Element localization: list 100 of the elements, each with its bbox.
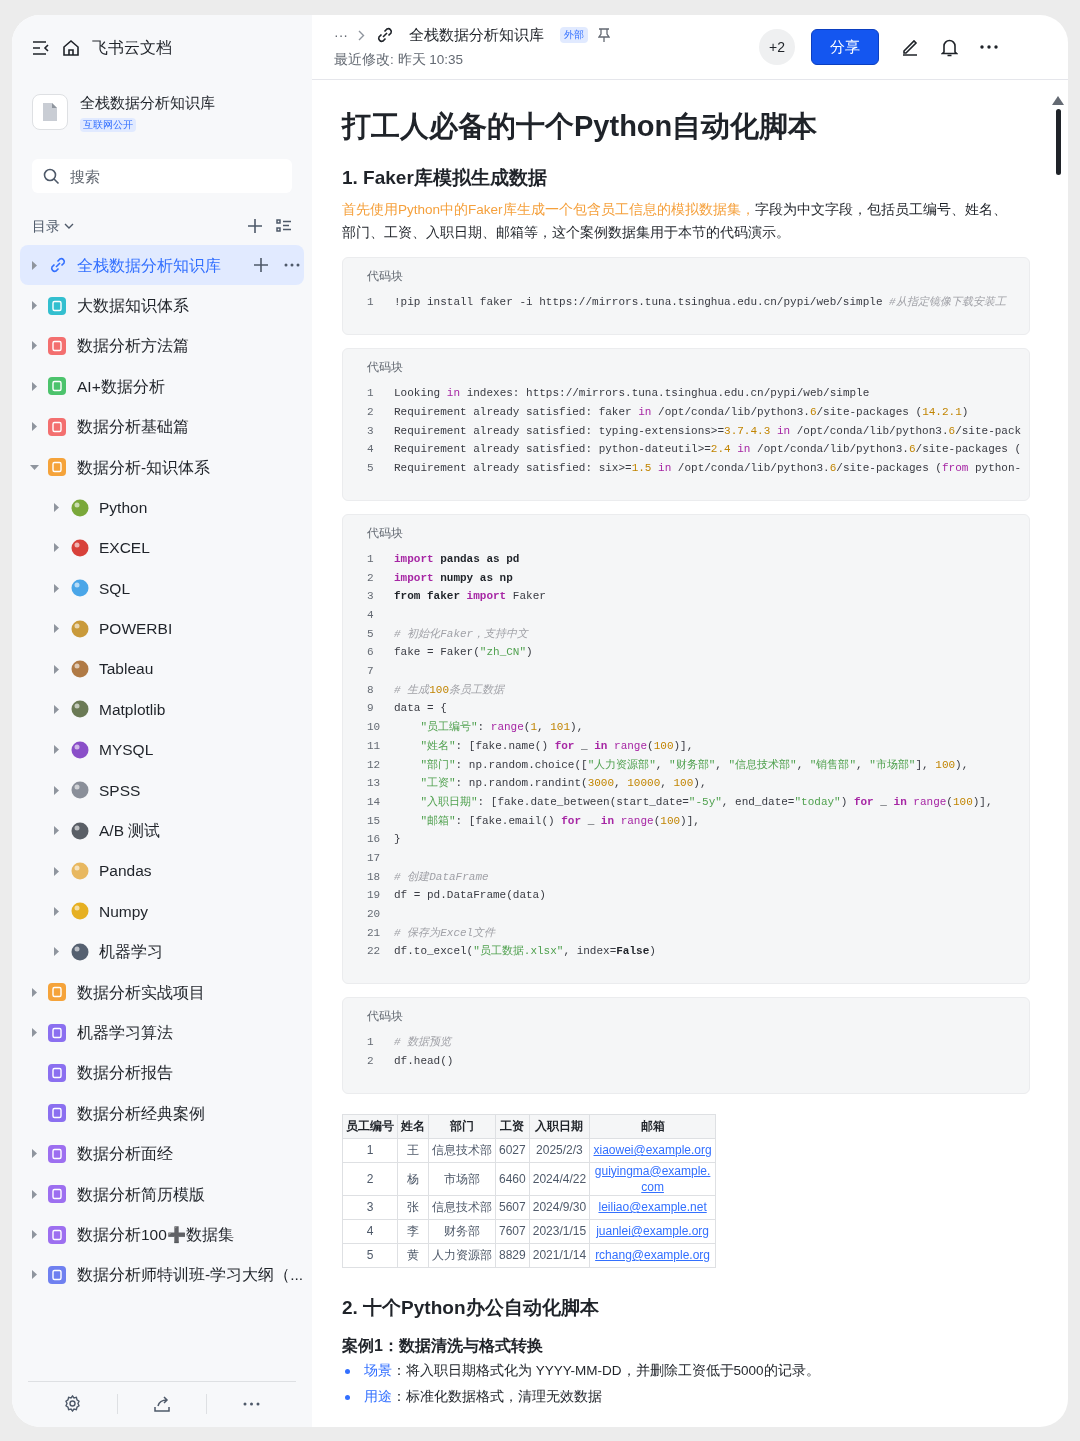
caret-icon[interactable] — [30, 422, 39, 432]
add-icon[interactable] — [254, 258, 268, 273]
code-block-label: 代码块 — [367, 1009, 404, 1024]
space-title: 全栈数据分析知识库 — [80, 93, 215, 114]
line-number: 22 — [367, 944, 382, 960]
tree-item[interactable]: 数据分析100➕数据集 — [20, 1214, 304, 1255]
more-icon[interactable] — [980, 45, 998, 49]
tree-item[interactable]: MYSQL — [20, 729, 304, 771]
tree-item[interactable]: 数据分析师特训班-学习大纲（... — [20, 1254, 304, 1296]
line-number: 2 — [367, 570, 375, 586]
external-badge: 外部 — [560, 27, 588, 44]
table-cell: 3 — [342, 1195, 398, 1220]
caret-icon[interactable] — [52, 583, 61, 593]
table-cell: 2025/2/3 — [529, 1138, 590, 1163]
table-cell: 2024/4/22 — [529, 1162, 590, 1196]
tree-item[interactable]: 机器学习算法 — [20, 1012, 304, 1053]
tree-item[interactable]: SPSS — [20, 770, 304, 811]
tree-item[interactable]: EXCEL — [20, 527, 304, 569]
line-number: 4 — [367, 442, 375, 458]
code-line: "入职日期": [fake.date_between(start_date="-5y", end_date="today") for _ in range(100)], — [419, 794, 993, 810]
tree-item[interactable]: 数据分析-知识体系 — [20, 446, 304, 488]
caret-icon[interactable] — [30, 381, 39, 391]
collaborators-count[interactable]: +2 — [759, 29, 795, 65]
search-field[interactable]: 搜索 — [32, 159, 292, 193]
caret-icon[interactable] — [52, 785, 61, 795]
caret-icon[interactable] — [30, 1270, 39, 1280]
caret-icon[interactable] — [30, 1149, 39, 1159]
tree-item[interactable]: 数据分析基础篇 — [20, 406, 304, 447]
breadcrumb-ellipsis[interactable]: ··· — [334, 24, 348, 46]
line-number: 1 — [367, 295, 375, 311]
caret-icon[interactable] — [52, 906, 61, 916]
caret-icon[interactable] — [30, 987, 39, 997]
table-cell: 2021/1/14 — [529, 1243, 590, 1268]
code-line: "部门": np.random.choice(["人力资源部", "财务部", "信息技术部", "销售部", "市场部"], 100), — [419, 757, 969, 773]
scroll-up-icon[interactable] — [1052, 96, 1064, 105]
table-cell: 信息技术部 — [428, 1138, 496, 1163]
pin-icon[interactable] — [598, 28, 610, 43]
caret-icon[interactable] — [52, 624, 61, 634]
line-number: 1 — [367, 1035, 375, 1051]
table-cell: 人力资源部 — [428, 1243, 496, 1268]
tree-item[interactable]: Matplotlib — [20, 689, 304, 730]
line-number: 12 — [367, 757, 382, 773]
share-button[interactable]: 分享 — [811, 29, 879, 65]
root-item[interactable]: 全栈数据分析知识库 — [20, 245, 304, 286]
caret-icon[interactable] — [52, 866, 61, 876]
tree-item[interactable]: 机器学习 — [20, 931, 304, 973]
tree-item[interactable]: Numpy — [20, 891, 304, 932]
tree-item[interactable]: 数据分析经典案例 — [20, 1093, 304, 1134]
settings-icon[interactable] — [63, 1395, 81, 1412]
code-line: df.to_excel("员工数据.xlsx", index=False) — [394, 944, 656, 960]
caret-icon[interactable] — [52, 503, 61, 513]
caret-icon[interactable] — [30, 1189, 39, 1199]
caret-icon[interactable] — [52, 664, 61, 674]
tree-item[interactable]: POWERBI — [20, 608, 304, 649]
line-number: 9 — [367, 701, 375, 717]
list-icon[interactable] — [276, 219, 292, 233]
tree-item[interactable]: Python — [20, 487, 304, 528]
breadcrumb-title[interactable]: 全栈数据分析知识库 — [409, 24, 544, 47]
table-cell: 财务部 — [428, 1219, 496, 1244]
tree-item[interactable]: 大数据知识体系 — [20, 285, 304, 326]
tree-item[interactable]: Pandas — [20, 850, 304, 892]
caret-icon[interactable] — [52, 705, 61, 714]
toc-toggle[interactable]: 目录 — [32, 215, 74, 237]
tree-item[interactable]: 数据分析方法篇 — [20, 325, 304, 367]
share-icon[interactable] — [153, 1395, 171, 1412]
chevron-right-icon — [358, 29, 365, 41]
home-icon[interactable] — [62, 39, 80, 57]
code-line: "姓名": [fake.name() for _ in range(100)], — [419, 738, 694, 754]
collapse-sidebar-icon[interactable] — [32, 40, 50, 56]
caret-icon[interactable] — [52, 947, 61, 957]
scrollbar-thumb[interactable] — [1055, 109, 1061, 175]
tree-item[interactable]: 数据分析报告 — [20, 1052, 304, 1094]
caret-icon[interactable] — [52, 745, 61, 755]
caret-icon[interactable] — [30, 341, 39, 351]
caret-icon[interactable] — [30, 1028, 39, 1038]
caret-icon[interactable] — [30, 260, 39, 270]
table-cell: 张 — [397, 1195, 429, 1220]
code-line: # 初始化Faker，支持中文 — [394, 626, 529, 642]
code-line: "工资": np.random.randint(3000, 10000, 100), — [419, 776, 707, 792]
caret-icon[interactable] — [30, 301, 39, 311]
edit-icon[interactable] — [901, 38, 919, 56]
tree-item[interactable]: AI+数据分析 — [20, 366, 304, 407]
code-line: fake = Faker("zh_CN") — [394, 645, 533, 661]
add-icon[interactable] — [248, 219, 262, 233]
more-icon[interactable] — [243, 1401, 261, 1406]
caret-icon[interactable] — [52, 543, 61, 553]
tree-item[interactable]: 数据分析面经 — [20, 1133, 304, 1174]
caret-icon[interactable] — [30, 1230, 39, 1240]
tree-item[interactable]: Tableau — [20, 648, 304, 690]
tree-item[interactable]: 数据分析实战项目 — [20, 972, 304, 1013]
code-line: "员工编号": range(1, 101), — [419, 720, 584, 736]
tree-item[interactable]: SQL — [20, 568, 304, 609]
caret-icon[interactable] — [52, 826, 61, 836]
tree-item[interactable]: 数据分析简历模版 — [20, 1174, 304, 1215]
bell-icon[interactable] — [941, 37, 958, 57]
column-header: 邮箱 — [589, 1114, 716, 1139]
tree-item[interactable]: A/B 测试 — [20, 810, 304, 851]
caret-icon[interactable] — [30, 462, 39, 472]
code-line: Looking in indexes: https://mirrors.tuna.tsinghua.edu.cn/pypi/web/simple — [394, 386, 870, 402]
table-cell: 7607 — [495, 1219, 530, 1244]
